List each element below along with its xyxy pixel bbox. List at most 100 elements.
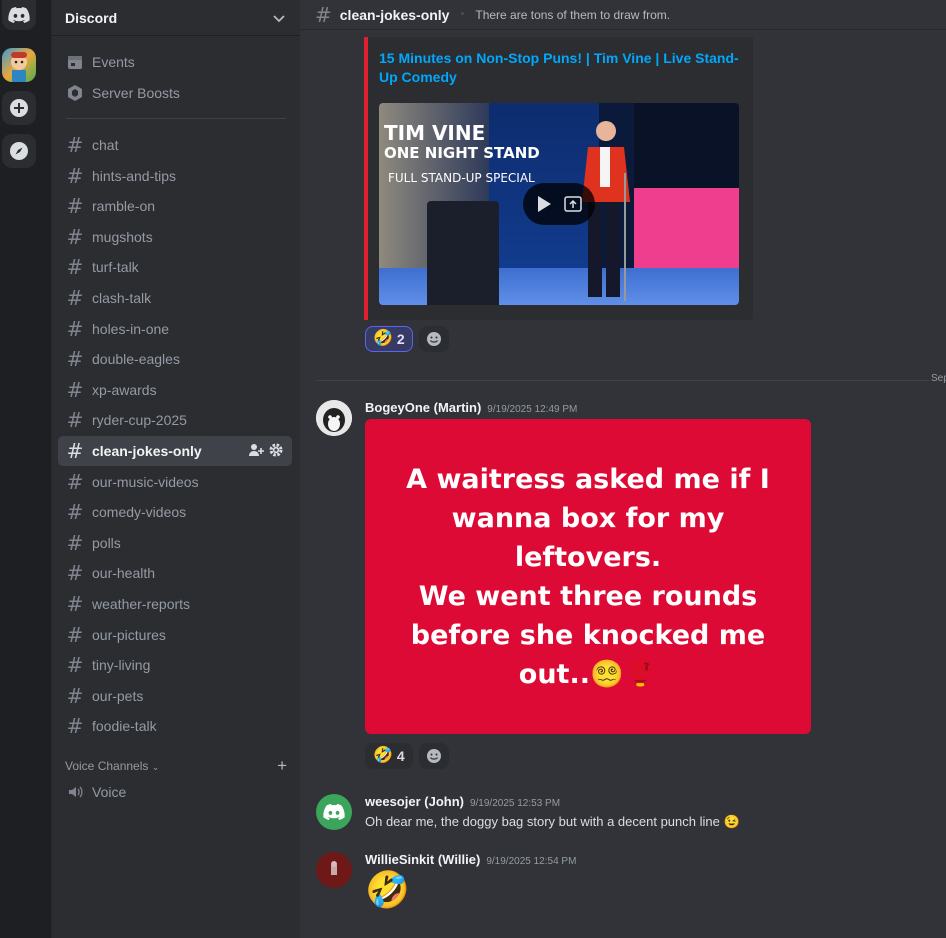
- events-item[interactable]: Events: [58, 47, 292, 77]
- server-boosts-label: Server Boosts: [92, 85, 180, 101]
- video-podium: [427, 201, 499, 305]
- hash-icon: #: [66, 408, 84, 432]
- discord-window: Discord Events Server Boosts # chat # hints…: [0, 0, 946, 938]
- channel-topic[interactable]: There are tons of them to draw from.: [475, 8, 670, 22]
- timestamp: 9/19/2025 12:49 PM: [487, 404, 578, 415]
- add-reaction-button[interactable]: [418, 326, 449, 352]
- author-name[interactable]: BogeyOne (Martin): [365, 400, 481, 415]
- discord-home-icon[interactable]: [2, 0, 36, 30]
- smiley-icon: [426, 749, 441, 763]
- sidebar-item-turf-talk[interactable]: # turf-talk: [58, 252, 292, 282]
- sidebar-divider: [66, 118, 286, 119]
- explore-servers-icon[interactable]: [2, 134, 36, 168]
- channel-label: tiny-living: [92, 657, 151, 673]
- hash-icon: #: [66, 470, 84, 494]
- sidebar-item-tiny-living[interactable]: # tiny-living: [58, 650, 292, 680]
- youtube-embed: 15 Minutes on Non-Stop Puns! | Tim Vine …: [364, 37, 753, 320]
- sidebar-item-holes-in-one[interactable]: # holes-in-one: [58, 314, 292, 344]
- date-divider: [316, 380, 946, 381]
- sidebar-item-xp-awards[interactable]: # xp-awards: [58, 375, 292, 405]
- hash-icon: #: [315, 2, 332, 27]
- video-title-line1: TIM VINE: [384, 121, 486, 145]
- hash-icon: #: [66, 623, 84, 647]
- reaction-rofl[interactable]: 🤣 4: [365, 743, 413, 769]
- chat-area: # clean-jokes-only • There are tons of t…: [300, 0, 946, 938]
- hash-icon: #: [66, 378, 84, 402]
- sidebar-item-chat[interactable]: # chat: [58, 130, 292, 160]
- sidebar-item-our-pictures[interactable]: # our-pictures: [58, 620, 292, 650]
- sidebar-item-weather-reports[interactable]: # weather-reports: [58, 589, 292, 619]
- sidebar-item-comedy-videos[interactable]: # comedy-videos: [58, 497, 292, 527]
- channel-label: our-pets: [92, 688, 144, 704]
- popout-icon: [564, 196, 583, 212]
- channel-label: clash-talk: [92, 290, 152, 306]
- sidebar-item-mugshots[interactable]: # mugshots: [58, 222, 292, 252]
- voice-channels-header[interactable]: Voice Channels ⌄ +: [65, 757, 287, 774]
- sidebar-item-our-music-videos[interactable]: # our-music-videos: [58, 467, 292, 497]
- avatar[interactable]: [316, 794, 352, 830]
- add-reaction-button[interactable]: [418, 743, 449, 769]
- sidebar-item-ramble-on[interactable]: # ramble-on: [58, 191, 292, 221]
- sidebar-item-clean-jokes-only[interactable]: # clean-jokes-only: [58, 436, 292, 466]
- speaker-icon: [66, 783, 84, 801]
- add-channel-icon[interactable]: +: [277, 757, 287, 774]
- rofl-emoji-icon: 🤣: [373, 330, 393, 347]
- reaction-count: 4: [396, 748, 405, 764]
- message-text: Oh dear me, the doggy bag story but with…: [365, 814, 740, 829]
- channel-topbar: # clean-jokes-only • There are tons of t…: [300, 0, 946, 30]
- hash-icon: #: [66, 164, 84, 188]
- hash-icon: #: [66, 653, 84, 677]
- channel-label: foodie-talk: [92, 718, 157, 734]
- add-server-icon[interactable]: [2, 91, 36, 125]
- hash-icon: #: [66, 561, 84, 585]
- events-label: Events: [92, 54, 135, 70]
- message-image[interactable]: A waitress asked me if I wanna box for m…: [365, 419, 811, 734]
- channel-label: ramble-on: [92, 198, 156, 214]
- sidebar-item-clash-talk[interactable]: # clash-talk: [58, 283, 292, 313]
- hash-icon: #: [66, 194, 84, 218]
- sidebar-item-our-health[interactable]: # our-health: [58, 558, 292, 588]
- play-icon: [537, 196, 551, 212]
- gear-icon[interactable]: [268, 442, 284, 458]
- channel-label: hints-and-tips: [92, 168, 177, 184]
- hash-icon: #: [66, 592, 84, 616]
- embed-title-link[interactable]: 15 Minutes on Non-Stop Puns! | Tim Vine …: [379, 49, 749, 87]
- server-header[interactable]: Discord: [52, 0, 300, 36]
- channel-label: chat: [92, 137, 119, 153]
- sidebar-item-ryder-cup-2025[interactable]: # ryder-cup-2025: [58, 405, 292, 435]
- timestamp: 9/19/2025 12:53 PM: [469, 798, 561, 809]
- timestamp: 9/19/2025 12:54 PM: [486, 856, 577, 867]
- channel-label: our-health: [92, 565, 156, 581]
- author-name[interactable]: WillieSinkit (Willie): [365, 852, 480, 867]
- sidebar-item-hints-and-tips[interactable]: # hints-and-tips: [58, 161, 292, 191]
- channel-sidebar: Discord Events Server Boosts # chat # hints…: [52, 0, 300, 938]
- calendar-icon: [66, 53, 84, 71]
- hash-icon: #: [66, 133, 84, 157]
- message-header: weesojer (John) 9/19/2025 12:53 PM: [365, 794, 560, 809]
- server-boosts-item[interactable]: Server Boosts: [58, 78, 292, 108]
- voice-channel-item[interactable]: Voice: [58, 777, 292, 807]
- server-icon[interactable]: [2, 48, 36, 82]
- channel-actions: [248, 442, 284, 458]
- video-thumbnail[interactable]: TIM VINE ONE NIGHT STAND FULL STAND-UP S…: [379, 103, 739, 305]
- reaction-count: 2: [396, 331, 405, 347]
- server-rail: [0, 0, 52, 938]
- channel-label: turf-talk: [92, 259, 139, 275]
- embed-reactions: 🤣 2: [365, 326, 449, 352]
- reaction-rofl[interactable]: 🤣 2: [365, 326, 413, 352]
- invite-icon[interactable]: [248, 442, 264, 458]
- play-button[interactable]: [523, 183, 595, 225]
- sidebar-item-polls[interactable]: # polls: [58, 528, 292, 558]
- avatar[interactable]: [316, 400, 352, 436]
- message-header: WillieSinkit (Willie) 9/19/2025 12:54 PM: [365, 852, 576, 867]
- author-name[interactable]: weesojer (John): [365, 794, 464, 809]
- channel-title: clean-jokes-only: [339, 6, 450, 23]
- channel-label: ryder-cup-2025: [92, 412, 187, 428]
- hash-icon: #: [66, 500, 84, 524]
- avatar[interactable]: [316, 852, 352, 888]
- channel-label: polls: [92, 535, 121, 551]
- sidebar-item-double-eagles[interactable]: # double-eagles: [58, 344, 292, 374]
- sidebar-item-foodie-talk[interactable]: # foodie-talk: [58, 711, 292, 741]
- chevron-down-icon: [273, 14, 285, 22]
- sidebar-item-our-pets[interactable]: # our-pets: [58, 681, 292, 711]
